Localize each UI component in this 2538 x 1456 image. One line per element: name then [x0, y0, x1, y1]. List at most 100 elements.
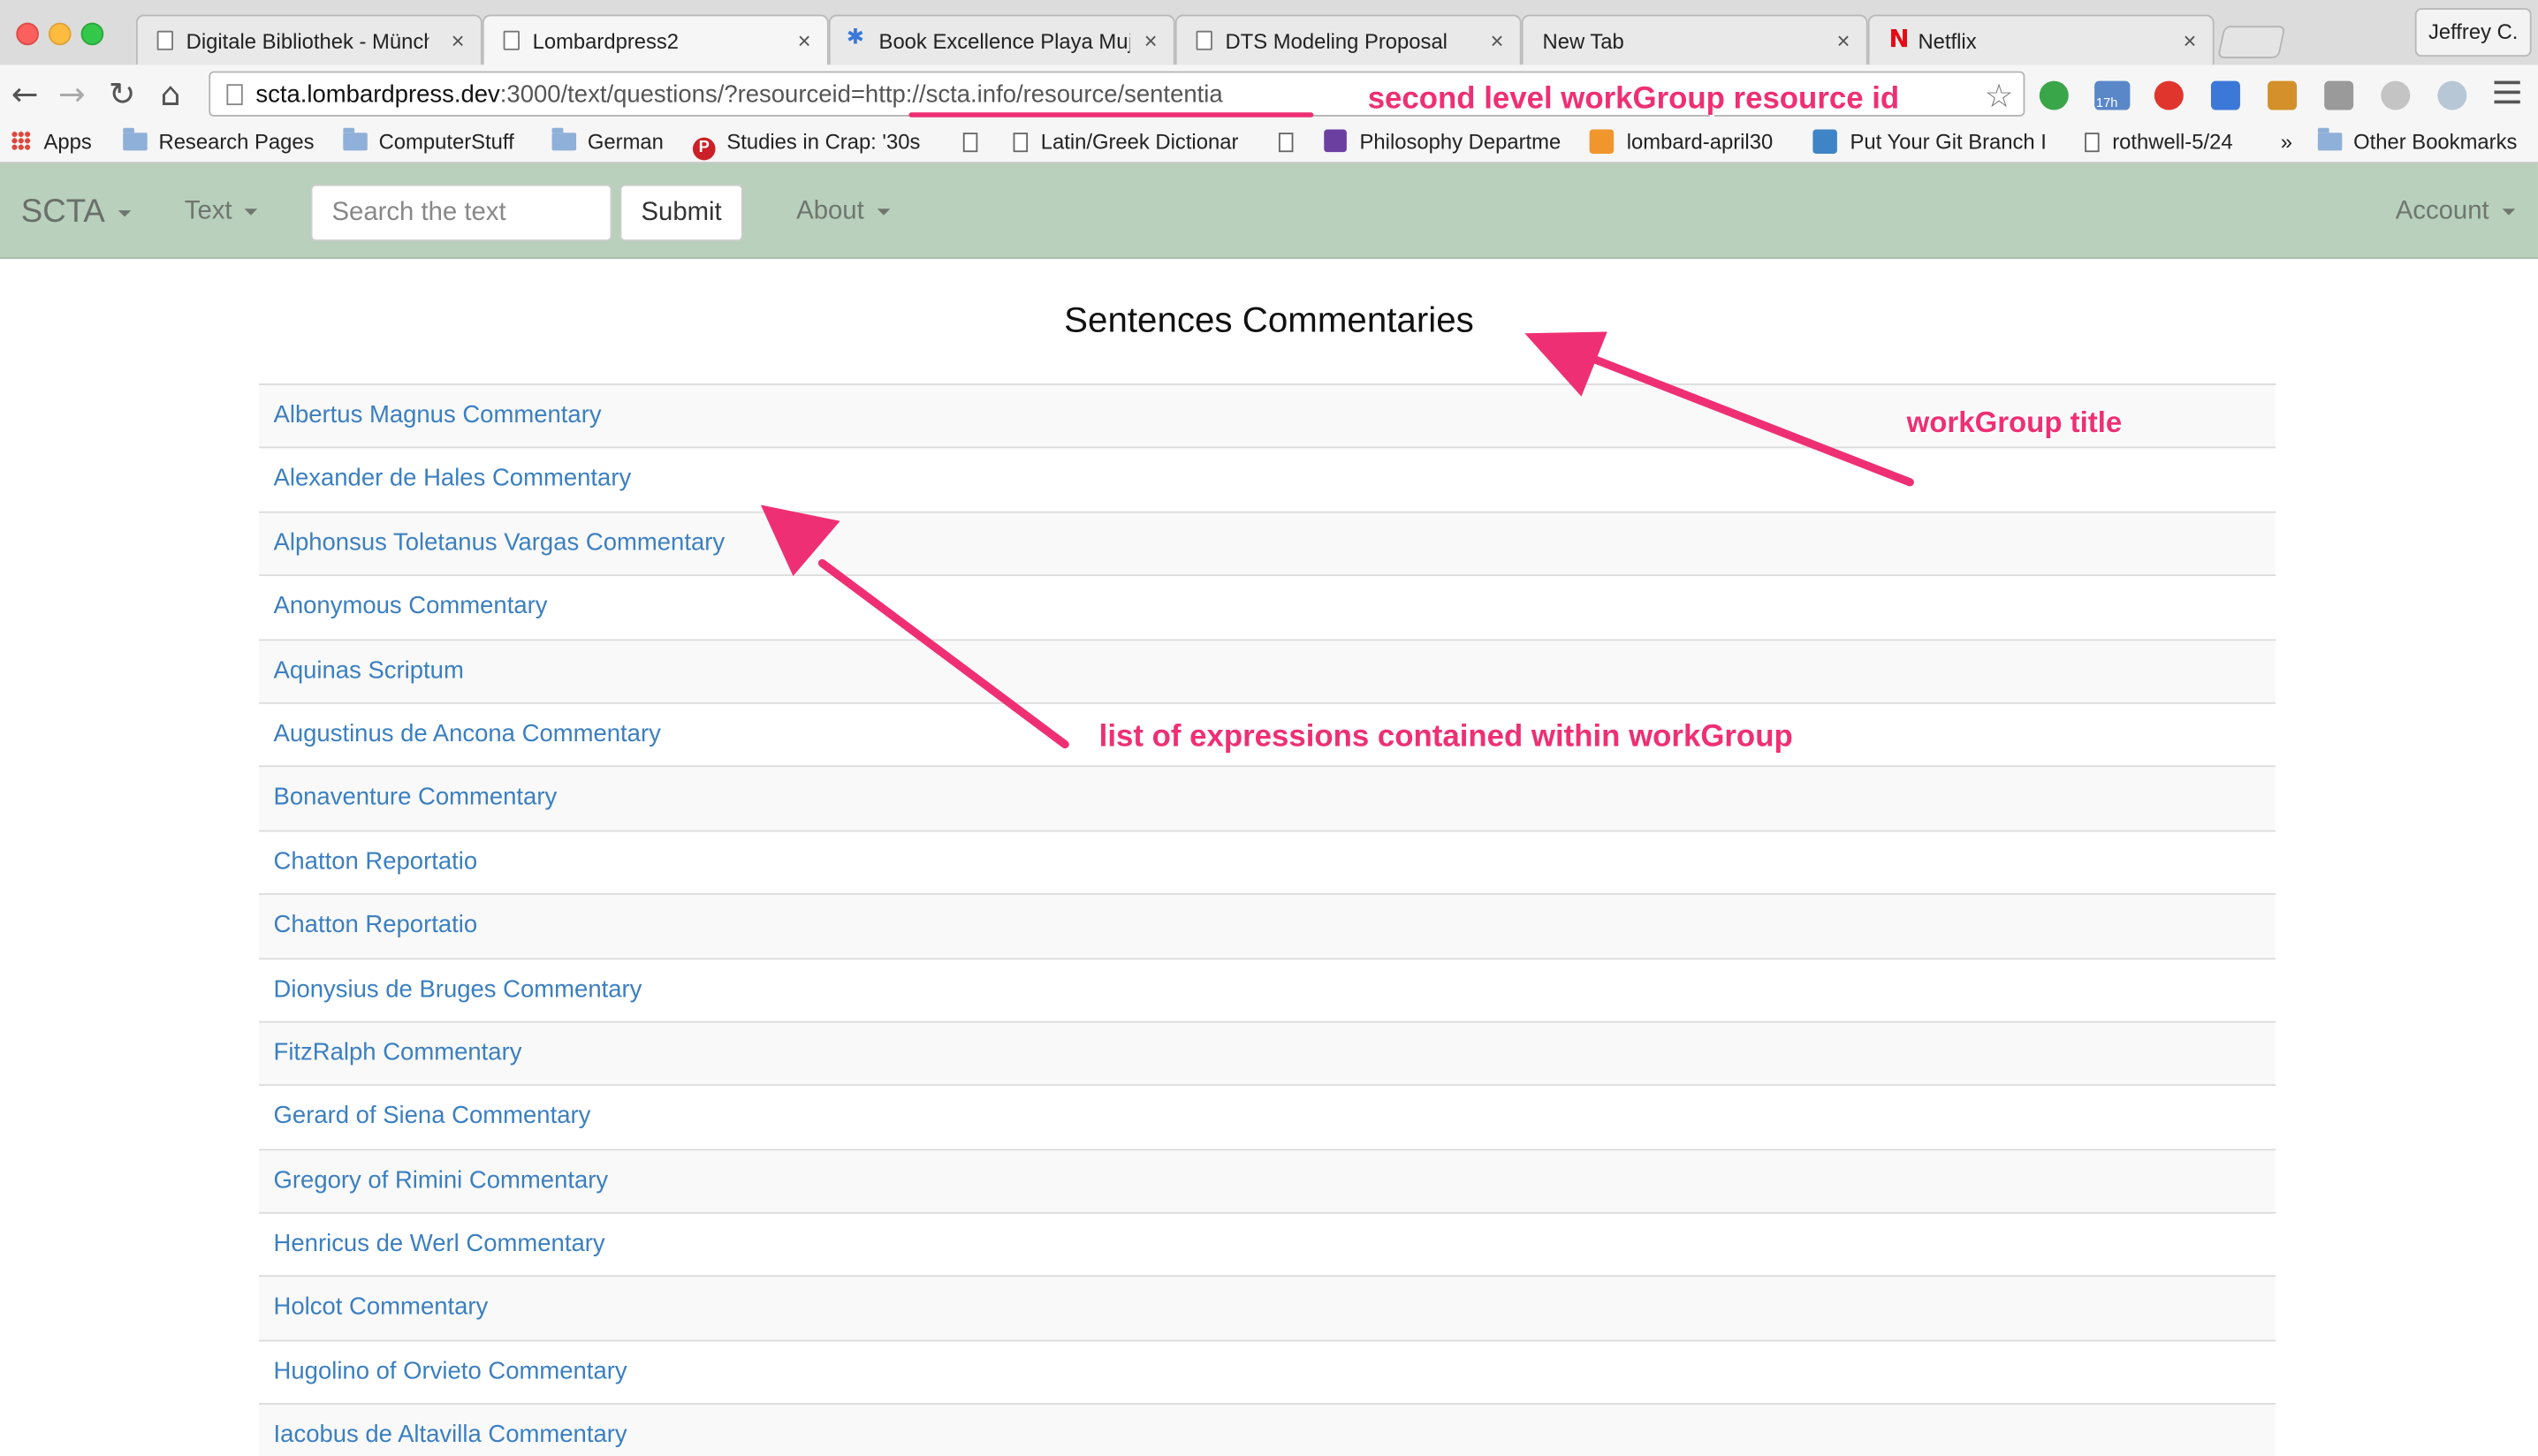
expression-link[interactable]: Bonaventure Commentary: [259, 768, 2276, 830]
expression-link[interactable]: Gregory of Rimini Commentary: [259, 1150, 2276, 1212]
expression-link[interactable]: FitzRalph Commentary: [259, 1022, 2276, 1084]
expression-link[interactable]: Dionysius de Bruges Commentary: [259, 959, 2276, 1020]
folder-icon: [2317, 127, 2343, 151]
stop-extension-icon[interactable]: [2154, 80, 2184, 110]
chevron-down-icon: [245, 208, 258, 216]
tool-extension-icon[interactable]: [2268, 80, 2298, 110]
hangouts-extension-icon[interactable]: [2039, 80, 2069, 110]
expression-link[interactable]: Aquinas Scriptum: [259, 641, 2276, 702]
close-tab-icon[interactable]: ×: [1144, 27, 1158, 53]
new-tab-button[interactable]: [2217, 26, 2286, 58]
list-item: Alexander de Hales Commentary: [259, 447, 2276, 511]
text-menu[interactable]: Text: [185, 197, 258, 226]
pinterest-icon: P: [692, 137, 716, 161]
bookmark-untitled-2[interactable]: [1278, 130, 1306, 154]
calendar-extension-icon[interactable]: 17h: [2094, 80, 2131, 110]
browser-window: Digitale Bibliothek - Münch × Lombardpre…: [0, 0, 2538, 1456]
account-menu[interactable]: Account: [2396, 197, 2515, 226]
search-input[interactable]: [310, 184, 612, 241]
document-icon: [1278, 133, 1294, 153]
close-tab-icon[interactable]: ×: [1837, 27, 1850, 53]
expression-link[interactable]: Iacobus de Altavilla Commentary: [259, 1405, 2276, 1456]
expression-link[interactable]: Henricus de Werl Commentary: [259, 1214, 2276, 1276]
expression-link[interactable]: Hugolino of Orvieto Commentary: [259, 1341, 2276, 1403]
orange-icon: [1589, 129, 1615, 155]
document-icon: [2085, 133, 2100, 153]
bookmark-computerstuff[interactable]: ComputerStuff: [343, 127, 514, 154]
react-extension-icon[interactable]: [2437, 80, 2467, 110]
apps-icon: [11, 131, 31, 151]
about-menu[interactable]: About: [796, 197, 891, 226]
tab-dts-modeling[interactable]: DTS Modeling Proposal ×: [1174, 14, 1522, 65]
bookmark-rothwell[interactable]: rothwell-5/24: [2085, 130, 2233, 154]
list-item: Bonaventure Commentary: [259, 765, 2276, 830]
list-item: Aquinas Scriptum: [259, 638, 2276, 702]
annotation-resource-id: second level workGroup resource id: [1367, 82, 1900, 117]
expression-link[interactable]: Alphonsus Toletanus Vargas Commentary: [259, 512, 2276, 574]
page-info-icon[interactable]: [226, 84, 243, 106]
list-item: Gerard of Siena Commentary: [259, 1084, 2276, 1149]
brand-menu[interactable]: SCTA: [21, 194, 132, 231]
expression-link[interactable]: Alexander de Hales Commentary: [259, 449, 2276, 511]
site-navbar: SCTA Text Submit About Account: [0, 163, 2538, 260]
tab-new-tab[interactable]: New Tab ×: [1521, 14, 1868, 65]
close-tab-icon[interactable]: ×: [452, 27, 465, 53]
drive-extension-icon[interactable]: [2381, 80, 2411, 110]
back-arrow-icon[interactable]: ←: [11, 74, 39, 113]
tab-netflix[interactable]: N Netflix ×: [1867, 14, 2215, 65]
bookmarks-overflow-chevron[interactable]: »: [2281, 130, 2292, 154]
list-item: Hugolino of Orvieto Commentary: [259, 1339, 2276, 1403]
bookmark-other-bookmarks[interactable]: Other Bookmarks: [2317, 127, 2517, 154]
url-text: scta.lombardpress.dev:3000/text/question…: [255, 80, 1223, 109]
tab-digitale-bibliothek[interactable]: Digitale Bibliothek - Münch ×: [135, 14, 483, 65]
tab-title: Digitale Bibliothek - Münch: [186, 28, 429, 54]
list-item: Gregory of Rimini Commentary: [259, 1148, 2276, 1213]
close-tab-icon[interactable]: ×: [1491, 27, 1504, 53]
document-icon: [503, 30, 520, 50]
expression-link[interactable]: Holcot Commentary: [259, 1278, 2276, 1339]
tab-title: New Tab: [1542, 28, 1624, 54]
minimize-window-button[interactable]: [48, 22, 72, 46]
chevron-down-icon: [877, 208, 891, 216]
cast-extension-icon[interactable]: [2210, 80, 2240, 110]
forward-arrow-icon[interactable]: →: [58, 74, 86, 113]
page-title: Sentences Commentaries: [1064, 299, 1474, 340]
tab-book-excellence[interactable]: ✱ Book Excellence Playa Muje ×: [828, 14, 1175, 65]
list-item: Alphonsus Toletanus Vargas Commentary: [259, 511, 2276, 575]
bookmark-star-icon[interactable]: ☆: [1985, 76, 2014, 115]
bookmark-git-branch[interactable]: Put Your Git Branch I: [1812, 129, 2047, 155]
bookmark-studies-in-crap[interactable]: P Studies in Crap: '30s: [692, 130, 920, 161]
annotation-workgroup-title: workGroup title: [1906, 406, 2123, 439]
submit-button[interactable]: Submit: [619, 184, 743, 241]
bookmark-research-pages[interactable]: Research Pages: [123, 127, 315, 154]
expression-link[interactable]: Anonymous Commentary: [259, 576, 2276, 638]
document-icon: [156, 30, 173, 50]
bookmark-philosophy[interactable]: Philosophy Departme: [1324, 129, 1561, 154]
home-icon[interactable]: ⌂: [160, 74, 180, 113]
bookmark-latin-greek[interactable]: Latin/Greek Dictionar: [1013, 130, 1238, 154]
bookmarks-bar: Apps Research Pages ComputerStuff German…: [0, 123, 2538, 163]
bookmark-lombard-april30[interactable]: lombard-april30: [1589, 129, 1773, 155]
reload-icon[interactable]: ↻: [109, 74, 136, 113]
expression-link[interactable]: Gerard of Siena Commentary: [259, 1087, 2276, 1149]
profile-button[interactable]: Jeffrey C.: [2414, 8, 2532, 57]
pen-extension-icon[interactable]: [2324, 80, 2354, 110]
list-item: Chatton Reportatio: [259, 893, 2276, 958]
tab-lombardpress2[interactable]: Lombardpress2 ×: [482, 14, 829, 67]
expression-link[interactable]: Chatton Reportatio: [259, 831, 2276, 893]
menu-icon[interactable]: [2494, 80, 2520, 110]
expression-link[interactable]: Chatton Reportatio: [259, 895, 2276, 957]
annotation-expression-list: list of expressions contained within wor…: [1098, 720, 1793, 755]
bookmark-german[interactable]: German: [551, 127, 664, 154]
bookmark-apps[interactable]: Apps: [11, 130, 92, 154]
list-item: Henricus de Werl Commentary: [259, 1212, 2276, 1276]
book-icon: ✱: [846, 24, 864, 49]
document-icon: [1196, 30, 1212, 50]
chevron-down-icon: [2502, 208, 2515, 216]
zoom-window-button[interactable]: [80, 22, 104, 46]
close-window-button[interactable]: [16, 22, 39, 46]
bookmark-untitled-1[interactable]: [962, 130, 991, 154]
close-tab-icon[interactable]: ×: [798, 27, 811, 53]
tab-strip: Digitale Bibliothek - Münch × Lombardpre…: [0, 0, 2538, 67]
close-tab-icon[interactable]: ×: [2183, 27, 2196, 53]
